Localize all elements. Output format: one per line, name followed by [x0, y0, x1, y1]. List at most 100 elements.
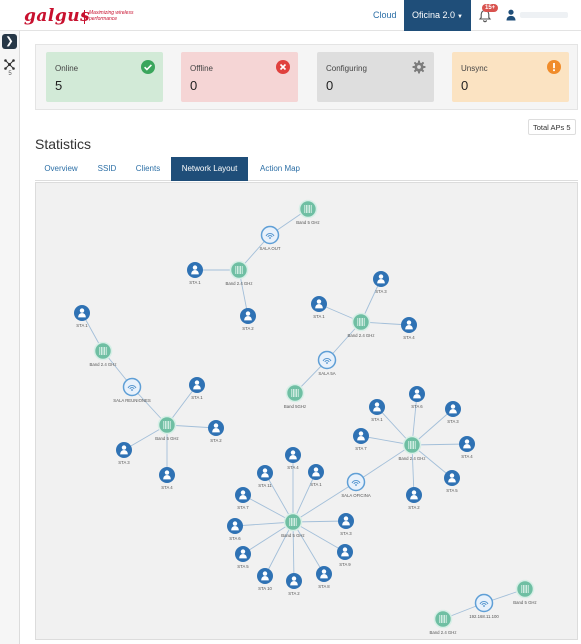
- x-circle-icon: [276, 60, 290, 74]
- radio-band-node[interactable]: Band 5 GHz: [296, 199, 320, 226]
- location-dropdown[interactable]: Oficina 2.0 ▼: [404, 0, 471, 31]
- offline-label: Offline: [190, 64, 213, 73]
- ap-circle: [122, 377, 142, 397]
- node-label: Band 2.4 GHz: [430, 630, 457, 635]
- station-circle: [240, 308, 256, 324]
- radio-band-node[interactable]: Band 2.4 GHz: [226, 260, 253, 287]
- station-circle: [353, 428, 369, 444]
- station-node[interactable]: STA 5: [444, 470, 460, 493]
- station-circle: [338, 513, 354, 529]
- radio-band-node[interactable]: Band 5GHz: [284, 383, 306, 410]
- page-title: Statistics: [35, 136, 92, 152]
- radio-band-node[interactable]: Band 2.4 GHz: [348, 312, 375, 339]
- access-point-node[interactable]: SALA 5A: [317, 350, 337, 377]
- app-root: galgus Maximizing wireless performance C…: [0, 0, 581, 644]
- station-circle: [373, 271, 389, 287]
- user-icon[interactable]: [506, 9, 516, 21]
- access-point-node[interactable]: SALA REUNIONES: [113, 377, 151, 404]
- station-node[interactable]: STA 1: [74, 305, 90, 328]
- station-node[interactable]: STA 3: [373, 271, 389, 294]
- sidebar-device-count: 5: [8, 71, 12, 77]
- station-node[interactable]: STA 4: [401, 317, 417, 340]
- station-node[interactable]: STA 10: [257, 568, 273, 591]
- node-label: STA 10: [258, 586, 272, 591]
- radio-band-node[interactable]: Band 2.4 GHz: [90, 341, 117, 368]
- station-circle: [409, 386, 425, 402]
- node-label: Band 2.4 GHz: [90, 362, 117, 367]
- station-node[interactable]: STA 1: [187, 262, 203, 285]
- node-label: STA 5: [237, 564, 249, 569]
- network-topology-icon[interactable]: [4, 59, 15, 70]
- node-label: Band 5 GHz: [281, 533, 304, 538]
- radio-band-node[interactable]: Band 2.4 GHz: [399, 435, 426, 462]
- station-node[interactable]: STA 3: [445, 401, 461, 424]
- station-node[interactable]: STA 8: [316, 566, 332, 589]
- station-node[interactable]: STA 7: [235, 487, 251, 510]
- station-node[interactable]: STA 2: [240, 308, 256, 331]
- node-label: STA 6: [229, 536, 241, 541]
- location-dropdown-label: Oficina 2.0: [412, 10, 456, 20]
- station-node[interactable]: STA 4: [285, 447, 301, 470]
- network-nodes: Band 5 GHz SALA OUT Band 2.4 GHz STA 1 STA 2…: [74, 199, 537, 636]
- node-label: STA 9: [339, 562, 351, 567]
- station-circle: [444, 470, 460, 486]
- node-label: STA 2: [242, 326, 254, 331]
- offline-card[interactable]: Offline 0: [181, 52, 298, 102]
- station-circle: [235, 487, 251, 503]
- station-node[interactable]: STA 4: [459, 436, 475, 459]
- check-circle-icon: [141, 60, 155, 74]
- node-label: STA 8: [318, 584, 330, 589]
- online-card[interactable]: Online 5: [46, 52, 163, 102]
- station-node[interactable]: STA 4: [159, 467, 175, 490]
- station-node[interactable]: STA 1: [189, 377, 205, 400]
- tab-overview[interactable]: Overview: [35, 157, 87, 181]
- tab-clients[interactable]: Clients: [127, 157, 169, 181]
- node-label: Band 5GHz: [284, 404, 306, 409]
- network-layout-panel[interactable]: Band 5 GHz SALA OUT Band 2.4 GHz STA 1 STA 2…: [35, 182, 578, 640]
- access-point-node[interactable]: SALA OUT: [259, 225, 281, 252]
- station-node[interactable]: STA 3: [338, 513, 354, 536]
- tab-action-map[interactable]: Action Map: [250, 157, 310, 181]
- station-node[interactable]: STA 2: [406, 487, 422, 510]
- station-node[interactable]: STA 3: [116, 442, 132, 465]
- node-label: Band 2.4 GHz: [226, 281, 253, 286]
- station-circle: [286, 573, 302, 589]
- access-point-node[interactable]: SALA OFICINA: [341, 472, 371, 499]
- station-circle: [208, 420, 224, 436]
- station-node[interactable]: STA 7: [353, 428, 369, 451]
- network-graph[interactable]: Band 5 GHz SALA OUT Band 2.4 GHz STA 1 STA 2…: [36, 183, 579, 641]
- station-circle: [401, 317, 417, 333]
- station-circle: [308, 464, 324, 480]
- station-node[interactable]: STA 6: [227, 518, 243, 541]
- station-node[interactable]: STA 1: [369, 399, 385, 422]
- total-aps-badge: Total APs 5: [528, 119, 576, 135]
- left-sidebar: ❯ 5: [0, 31, 20, 644]
- user-name[interactable]: [520, 12, 568, 18]
- radio-band-node[interactable]: Band 5 GHz: [513, 579, 537, 606]
- nav-cloud-link[interactable]: Cloud: [373, 10, 397, 20]
- station-node[interactable]: STA 6: [409, 386, 425, 409]
- sidebar-expand-button[interactable]: ❯: [2, 34, 17, 49]
- node-label: Band 5 GHz: [513, 600, 536, 605]
- exclamation-circle-icon: [547, 60, 561, 74]
- station-node[interactable]: STA 9: [337, 544, 353, 567]
- configuring-card[interactable]: Configuring 0: [317, 52, 434, 102]
- station-node[interactable]: STA 1: [311, 296, 327, 319]
- station-node[interactable]: STA 11: [257, 465, 273, 488]
- tab-network-layout[interactable]: Network Layout: [171, 157, 248, 181]
- radio-band-node[interactable]: Band 5 GHz: [155, 415, 179, 442]
- station-circle: [316, 566, 332, 582]
- node-label: 192.168.11.100: [469, 614, 499, 619]
- logo[interactable]: galgus: [24, 6, 90, 26]
- station-circle: [459, 436, 475, 452]
- station-node[interactable]: STA 2: [286, 573, 302, 596]
- node-label: STA 3: [447, 419, 459, 424]
- radio-band-node[interactable]: Band 2.4 GHz: [430, 609, 457, 636]
- node-label: STA 3: [375, 289, 387, 294]
- unsync-card[interactable]: Unsync 0: [452, 52, 569, 102]
- station-node[interactable]: STA 5: [235, 546, 251, 569]
- station-node[interactable]: STA 1: [308, 464, 324, 487]
- statistics-tabs: Overview SSID Clients Network Layout Act…: [35, 157, 578, 181]
- station-node[interactable]: STA 2: [208, 420, 224, 443]
- tab-ssid[interactable]: SSID: [89, 157, 125, 181]
